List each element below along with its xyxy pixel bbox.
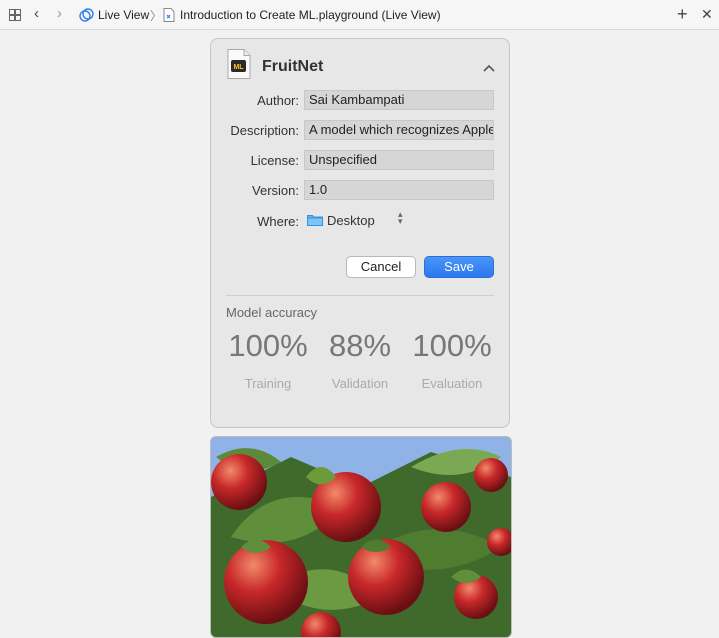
model-name: FruitNet xyxy=(262,58,324,75)
license-field[interactable]: Unspecified xyxy=(304,150,494,170)
apple-photo xyxy=(210,436,512,638)
accuracy-title: Model accuracy xyxy=(226,305,318,320)
author-label: Author: xyxy=(257,93,299,108)
cancel-button[interactable]: Cancel xyxy=(346,256,416,278)
license-label: License: xyxy=(250,153,299,168)
where-label: Where: xyxy=(257,214,299,229)
description-label: Description: xyxy=(230,123,299,138)
mlmodel-file-icon: ML xyxy=(227,49,251,79)
evaluation-accuracy-value: 100% xyxy=(412,328,492,363)
breadcrumb-live-view[interactable]: Live View xyxy=(98,8,149,22)
model-panel: ML FruitNet Author: Sai Kambampati Descr… xyxy=(210,38,510,428)
author-field[interactable]: Sai Kambampati xyxy=(304,90,494,110)
evaluation-label: Evaluation xyxy=(421,376,483,391)
validation-accuracy-value: 88% xyxy=(328,328,392,363)
version-label: Version: xyxy=(252,183,299,198)
training-label: Training xyxy=(244,376,292,391)
playground-file-icon xyxy=(163,8,175,27)
close-icon[interactable]: ✕ xyxy=(701,6,713,23)
version-field[interactable]: 1.0 xyxy=(304,180,494,200)
validation-label: Validation xyxy=(331,376,389,391)
training-accuracy-value: 100% xyxy=(228,328,308,363)
description-field[interactable]: A model which recognizes Apples xyxy=(304,120,494,140)
top-bar: ‹ › Live View 〉 Introduction to Create M… xyxy=(0,0,719,30)
breadcrumb-playground[interactable]: Introduction to Create ML.playground (Li… xyxy=(180,8,441,22)
breadcrumb-separator-icon: 〉 xyxy=(150,9,163,23)
svg-text:ML: ML xyxy=(233,64,244,71)
back-icon[interactable]: ‹ xyxy=(34,5,39,22)
live-view-icon xyxy=(79,8,94,28)
save-button[interactable]: Save xyxy=(424,256,494,278)
forward-icon[interactable]: › xyxy=(57,5,62,22)
stepper-icon[interactable]: ▴ ▾ xyxy=(398,210,403,226)
grid-icon[interactable] xyxy=(9,9,21,21)
where-select[interactable]: Desktop xyxy=(327,213,375,228)
folder-icon xyxy=(307,213,323,231)
divider xyxy=(226,295,494,296)
chevron-up-icon[interactable] xyxy=(483,59,495,77)
plus-icon[interactable]: + xyxy=(677,4,688,25)
